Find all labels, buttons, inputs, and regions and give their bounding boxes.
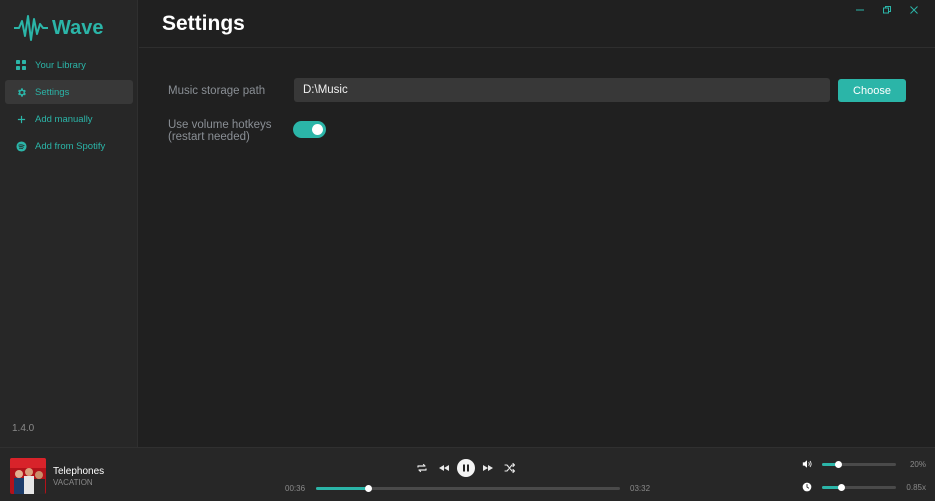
- sidebar-nav: Your Library Settings Add manually Add f…: [5, 53, 133, 161]
- repeat-icon: [417, 463, 427, 473]
- fast-forward-icon: [483, 465, 493, 471]
- volume-icon[interactable]: [801, 458, 813, 470]
- sidebar-item-add-from-spotify[interactable]: Add from Spotify: [5, 134, 133, 158]
- volume-value: 20%: [909, 460, 926, 469]
- volume-hotkeys-label: Use volume hotkeys (restart needed): [168, 119, 272, 143]
- previous-button[interactable]: [435, 459, 453, 477]
- app-version: 1.4.0: [12, 423, 35, 434]
- volume-hotkeys-label-line1: Use volume hotkeys: [168, 119, 272, 131]
- shuffle-button[interactable]: [501, 459, 519, 477]
- track-title: Telephones: [53, 466, 105, 477]
- next-button[interactable]: [479, 459, 497, 477]
- playback-controls: [413, 459, 519, 477]
- shuffle-icon: [504, 462, 516, 474]
- toggle-knob: [312, 124, 323, 135]
- speed-thumb[interactable]: [838, 484, 846, 491]
- sidebar-item-add-manually[interactable]: Add manually: [5, 107, 133, 131]
- volume-hotkeys-toggle[interactable]: [293, 121, 326, 138]
- pause-icon: [463, 464, 469, 472]
- brand: Wave: [14, 14, 104, 42]
- volume-thumb[interactable]: [835, 461, 843, 468]
- sidebar: Wave Your Library Settings Add manually …: [0, 0, 138, 447]
- divider: [139, 47, 935, 48]
- storage-path-input[interactable]: [294, 78, 830, 102]
- sidebar-item-label: Settings: [35, 86, 70, 98]
- speed-value: 0.85x: [906, 483, 926, 492]
- rewind-icon: [439, 465, 449, 471]
- sidebar-item-label: Add manually: [35, 113, 93, 125]
- sidebar-item-settings[interactable]: Settings: [5, 80, 133, 104]
- seek-fill: [316, 487, 368, 490]
- plus-icon: [15, 113, 27, 125]
- speed-clock-icon[interactable]: [801, 481, 813, 493]
- gear-icon: [15, 86, 27, 98]
- repeat-button[interactable]: [413, 459, 431, 477]
- grid-icon: [15, 59, 27, 71]
- choose-button[interactable]: Choose: [838, 79, 906, 102]
- close-icon[interactable]: [900, 3, 927, 17]
- player-bar: Telephones VACATION 00:36 03:32 20% 0.85…: [0, 447, 935, 501]
- seek-slider[interactable]: [316, 485, 620, 492]
- elapsed-time: 00:36: [285, 484, 306, 493]
- volume-slider[interactable]: [822, 461, 896, 468]
- sidebar-item-your-library[interactable]: Your Library: [5, 53, 133, 77]
- volume-hotkeys-label-line2: (restart needed): [168, 131, 250, 143]
- minimize-icon[interactable]: [846, 3, 873, 17]
- seek-thumb[interactable]: [364, 485, 372, 492]
- page-title: Settings: [162, 12, 245, 35]
- window-controls: [846, 3, 927, 17]
- storage-path-label: Music storage path: [168, 85, 266, 97]
- speed-slider[interactable]: [822, 484, 896, 491]
- settings-page: Settings Music storage path Choose Use v…: [139, 0, 935, 447]
- album-cover[interactable]: [10, 458, 46, 494]
- sidebar-item-label: Add from Spotify: [35, 140, 106, 152]
- total-duration: 03:32: [630, 484, 651, 493]
- wave-logo-icon: [14, 15, 48, 41]
- pause-button[interactable]: [457, 459, 475, 477]
- sidebar-item-label: Your Library: [35, 59, 86, 71]
- app-name: Wave: [52, 16, 104, 39]
- spotify-icon: [15, 140, 27, 152]
- track-artist: VACATION: [53, 478, 93, 487]
- album-art-icon: [10, 458, 46, 494]
- restore-icon[interactable]: [873, 3, 900, 17]
